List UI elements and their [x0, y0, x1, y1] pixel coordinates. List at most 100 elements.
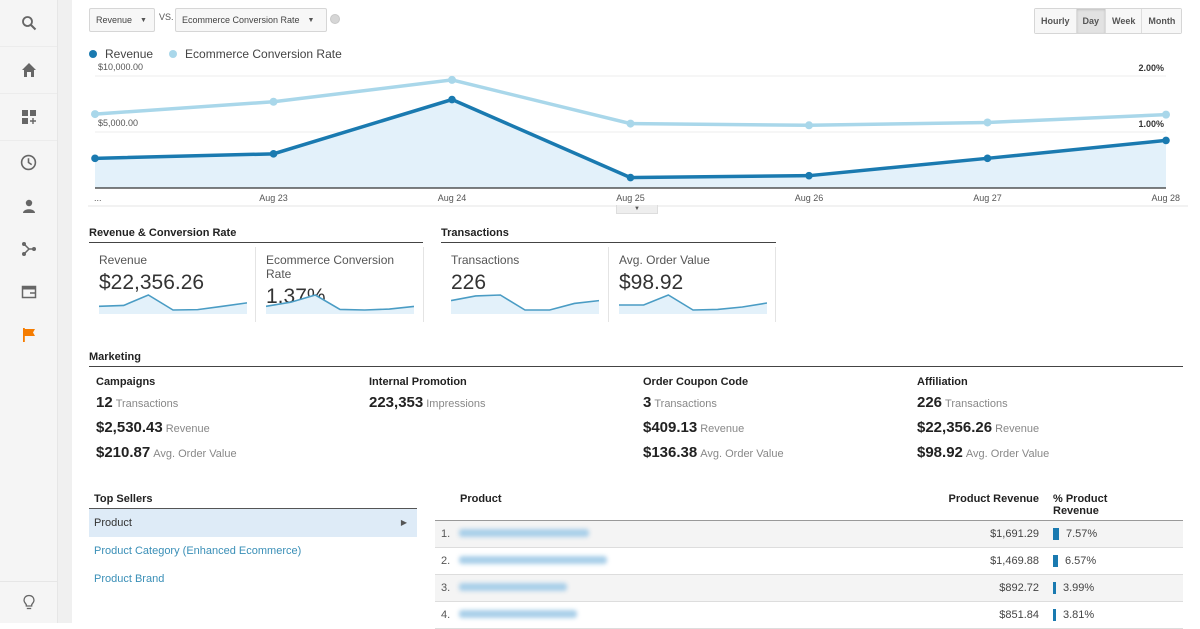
product-name-link[interactable]: [459, 609, 939, 621]
x-axis-tick-label: Aug 28: [1151, 193, 1180, 203]
item-label: Product Category (Enhanced Ecommerce): [94, 545, 302, 557]
kpi-revenue[interactable]: Revenue $22,356.26: [89, 247, 256, 322]
sparkline-area: [99, 295, 247, 314]
top-sellers-item-product-brand[interactable]: Product Brand: [89, 565, 417, 593]
left-axis-tick-label: $5,000.00: [98, 118, 138, 128]
realtime-clock-icon: [20, 154, 37, 171]
primary-metric-select[interactable]: Revenue ▼: [89, 8, 155, 32]
lightbulb-icon: [23, 594, 35, 610]
kpi-transactions[interactable]: Transactions 226: [441, 247, 609, 322]
conversion-rate-point[interactable]: [1162, 110, 1170, 119]
collapse-chart-toggle[interactable]: ▼: [616, 205, 658, 214]
secondary-metric-select[interactable]: Ecommerce Conversion Rate ▼: [175, 8, 327, 32]
acquisition-icon: [21, 241, 36, 256]
metric-value: $2,530.43: [96, 419, 163, 436]
sidebar-item-conversions[interactable]: [0, 313, 57, 356]
conversion-rate-point[interactable]: [91, 110, 99, 119]
metric-value: $22,356.26: [917, 419, 993, 436]
kpi-conversion-rate[interactable]: Ecommerce Conversion Rate 1.37%: [256, 247, 424, 322]
table-row[interactable]: 2. $1,469.88 6.57%: [435, 548, 1183, 575]
table-header: Product Product Revenue % Product Revenu…: [435, 493, 1183, 521]
metric-row: $2,530.43 Revenue: [96, 419, 237, 437]
sidebar-gutter: [58, 0, 72, 623]
conversion-rate-point[interactable]: [626, 119, 635, 128]
pct-product-revenue-cell: 6.57%: [1039, 555, 1149, 567]
revenue-point[interactable]: [626, 173, 635, 182]
revenue-point[interactable]: [91, 154, 99, 163]
x-axis-tick-label: Aug 27: [973, 193, 1002, 203]
period-hourly-button[interactable]: Hourly: [1035, 9, 1077, 33]
table-row[interactable]: 4. $851.84 3.81%: [435, 602, 1183, 629]
top-sellers-title: Top Sellers: [89, 493, 417, 509]
metric-value: $409.13: [643, 419, 698, 436]
metric-value: 223,353: [369, 394, 424, 411]
chevron-down-icon: ▼: [140, 16, 147, 24]
table-row[interactable]: 1. $1,691.29 7.57%: [435, 521, 1183, 548]
conversion-rate-point[interactable]: [269, 97, 278, 106]
column-header-pct-product-revenue[interactable]: % Product Revenue: [1039, 493, 1149, 517]
marketing-internal-promotion[interactable]: Internal Promotion 223,353 Impressions: [369, 376, 486, 419]
metric-row: 226 Transactions: [917, 394, 1049, 412]
marketing-group-title: Affiliation: [917, 376, 968, 388]
sidebar-item-realtime[interactable]: [0, 141, 57, 184]
metric-row: $136.38 Avg. Order Value: [643, 444, 784, 462]
kpi-sparkline: [619, 294, 767, 314]
marketing-group-title: Internal Promotion: [369, 376, 467, 388]
period-month-button[interactable]: Month: [1142, 9, 1182, 33]
revenue-conversion-line-chart[interactable]: $5,000.00 $10,000.00 1.00% 2.00%... Aug 23 Au…: [88, 62, 1188, 212]
item-label: Product: [94, 517, 132, 529]
x-axis-tick-label: Aug 24: [438, 193, 467, 203]
sidebar-item-acquisition[interactable]: [0, 227, 57, 270]
top-sellers-panel: Top Sellers Product ▶ Product Category (…: [89, 493, 417, 593]
column-header-product-revenue[interactable]: Product Revenue: [939, 493, 1039, 517]
top-sellers-item-product-category[interactable]: Product Category (Enhanced Ecommerce): [89, 537, 417, 565]
conversion-rate-point[interactable]: [805, 121, 813, 130]
marketing-order-coupon-code[interactable]: Order Coupon Code 3 Transactions $409.13 R…: [643, 376, 784, 469]
product-name-link[interactable]: [459, 582, 939, 594]
marketing-affiliation[interactable]: Affiliation 226 Transactions $22,356.26 Re…: [917, 376, 1049, 469]
kpi-label: Avg. Order Value: [619, 253, 710, 267]
revenue-point[interactable]: [269, 150, 278, 158]
metric-row: $98.92 Avg. Order Value: [917, 444, 1049, 462]
metric-value: $98.92: [917, 444, 963, 461]
conversion-rate-point[interactable]: [448, 75, 456, 84]
pct-bar: [1053, 582, 1056, 594]
period-week-button[interactable]: Week: [1106, 9, 1143, 33]
legend-item-conversion-rate[interactable]: Ecommerce Conversion Rate: [169, 47, 342, 61]
legend-item-revenue[interactable]: Revenue: [89, 47, 153, 61]
metric-label: Avg. Order Value: [965, 448, 1050, 460]
table-row[interactable]: 3. $892.72 3.99%: [435, 575, 1183, 602]
revenue-point[interactable]: [983, 154, 992, 163]
marketing-campaigns[interactable]: Campaigns 12 Transactions $2,530.43 Revenu…: [96, 376, 237, 469]
legend-dot-icon: [89, 50, 97, 58]
sidebar-item-customization[interactable]: [0, 94, 57, 141]
top-sellers-item-product[interactable]: Product ▶: [89, 509, 417, 537]
revenue-point[interactable]: [805, 171, 813, 180]
remove-secondary-metric-icon[interactable]: [330, 14, 340, 24]
metric-row: $210.87 Avg. Order Value: [96, 444, 237, 462]
conversion-rate-line: [94, 78, 1167, 128]
metric-row: $22,356.26 Revenue: [917, 419, 1049, 437]
column-header-product[interactable]: Product: [435, 493, 939, 517]
kpi-avg-order-value[interactable]: Avg. Order Value $98.92: [609, 247, 776, 322]
kpi-sparkline: [99, 294, 247, 314]
blurred-product-name: [459, 556, 607, 564]
sidebar-item-home[interactable]: [0, 47, 57, 94]
pct-value: 6.57%: [1065, 555, 1097, 567]
revenue-point[interactable]: [448, 95, 456, 104]
audience-person-icon: [22, 199, 35, 213]
chevron-right-icon: ▶: [400, 518, 407, 527]
product-name-link[interactable]: [459, 528, 939, 540]
conversion-rate-point[interactable]: [983, 118, 992, 127]
period-day-button[interactable]: Day: [1076, 9, 1107, 33]
revenue-point[interactable]: [1162, 136, 1170, 145]
sidebar-item-insights[interactable]: [0, 581, 58, 623]
sidebar-item-audience[interactable]: [0, 184, 57, 227]
left-nav-sidebar: [0, 0, 58, 623]
product-name-link[interactable]: [459, 555, 939, 567]
metric-label: Avg. Order Value: [153, 448, 237, 460]
pct-value: 3.81%: [1063, 609, 1095, 621]
sidebar-item-behavior[interactable]: [0, 270, 57, 313]
product-table: Product Product Revenue % Product Revenu…: [435, 493, 1183, 629]
sidebar-item-search[interactable]: [0, 0, 57, 47]
